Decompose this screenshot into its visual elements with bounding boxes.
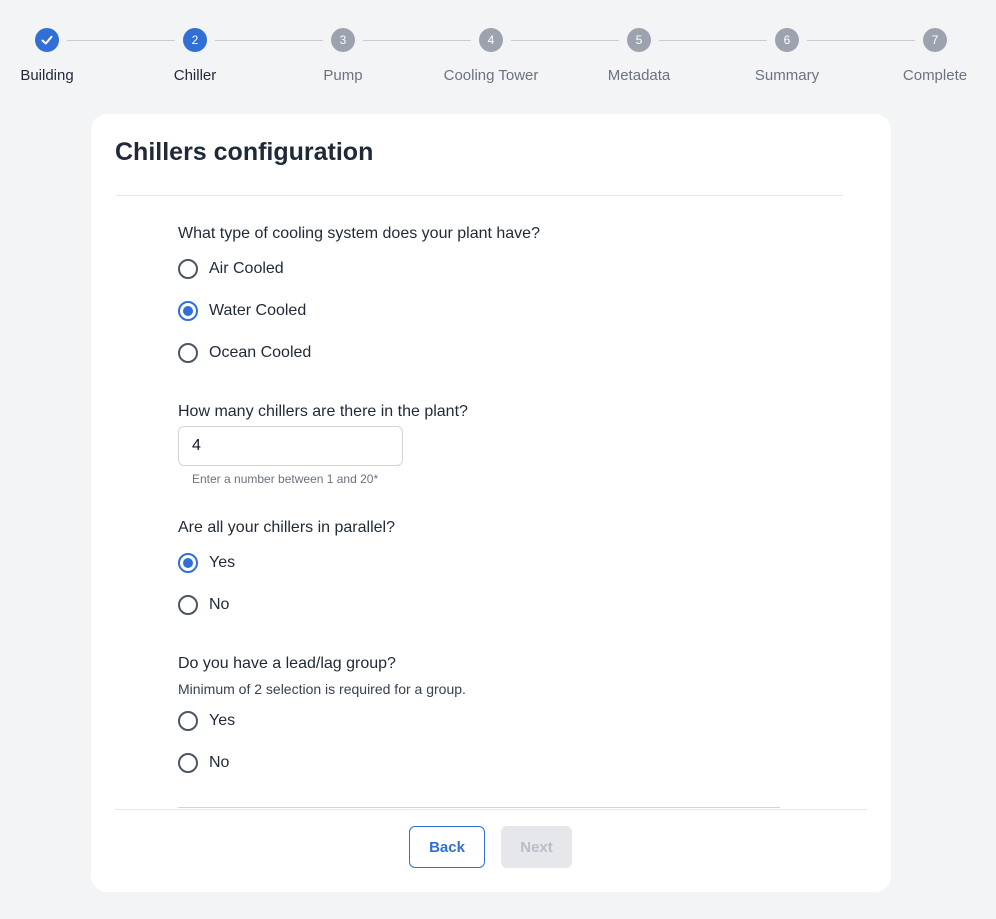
parallel-question: Are all your chillers in parallel? xyxy=(178,519,395,536)
chillers-config-card: Chillers configuration What type of cool… xyxy=(91,114,891,892)
step-label: Cooling Tower xyxy=(443,67,539,84)
step-number: 7 xyxy=(923,28,947,52)
back-button[interactable]: Back xyxy=(409,826,485,868)
step-circle xyxy=(35,28,59,52)
next-button[interactable]: Next xyxy=(501,826,572,868)
radio-lead-lag-yes[interactable]: Yes xyxy=(178,709,235,733)
step-label: Summary xyxy=(754,67,820,84)
radio-label: Yes xyxy=(209,712,236,729)
radio-label: Water Cooled xyxy=(209,302,307,319)
step-label: Chiller xyxy=(173,67,217,84)
step-number: 3 xyxy=(331,28,355,52)
chiller-count-helper: Enter a number between 1 and 20* xyxy=(192,472,379,486)
radio-label: Ocean Cooled xyxy=(209,344,312,361)
chiller-count-question: How many chillers are there in the plant… xyxy=(178,403,468,420)
step-complete: 7 Complete xyxy=(875,28,995,84)
radio-circle[interactable] xyxy=(178,711,198,731)
step-summary: 6 Summary xyxy=(727,28,847,84)
lead-lag-subtext: Minimum of 2 selection is required for a… xyxy=(178,681,466,697)
radio-circle-selected[interactable] xyxy=(178,553,198,573)
radio-water-cooled[interactable]: Water Cooled xyxy=(178,299,306,323)
page-title: Chillers configuration xyxy=(115,138,374,166)
radio-parallel-yes[interactable]: Yes xyxy=(178,551,235,575)
step-pump: 3 Pump xyxy=(283,28,403,84)
step-label: Complete xyxy=(902,67,968,84)
footer-divider xyxy=(115,809,867,810)
radio-circle[interactable] xyxy=(178,259,198,279)
progress-stepper: Building 2 Chiller 3 Pump 4 Cooling Towe… xyxy=(0,0,996,110)
chiller-count-input[interactable] xyxy=(178,426,403,466)
radio-circle[interactable] xyxy=(178,343,198,363)
step-label: Pump xyxy=(323,67,363,84)
step-metadata: 5 Metadata xyxy=(579,28,699,84)
step-number: 2 xyxy=(183,28,207,52)
step-number: 4 xyxy=(479,28,503,52)
step-label: Metadata xyxy=(607,67,671,84)
radio-ocean-cooled[interactable]: Ocean Cooled xyxy=(178,341,311,365)
lead-lag-question: Do you have a lead/lag group? xyxy=(178,655,396,672)
step-building: Building xyxy=(0,28,107,84)
radio-lead-lag-no[interactable]: No xyxy=(178,751,229,775)
check-icon xyxy=(41,35,53,45)
step-number: 6 xyxy=(775,28,799,52)
radio-label: Yes xyxy=(209,554,236,571)
cooling-system-question: What type of cooling system does your pl… xyxy=(178,225,540,242)
title-divider xyxy=(115,195,843,196)
step-label: Building xyxy=(20,67,74,84)
step-cooling-tower: 4 Cooling Tower xyxy=(431,28,551,84)
radio-label: No xyxy=(209,754,230,771)
step-number: 5 xyxy=(627,28,651,52)
radio-label: No xyxy=(209,596,230,613)
radio-circle[interactable] xyxy=(178,595,198,615)
radio-parallel-no[interactable]: No xyxy=(178,593,229,617)
radio-circle[interactable] xyxy=(178,753,198,773)
radio-label: Air Cooled xyxy=(209,260,284,277)
scroll-area-edge xyxy=(178,807,780,808)
step-chiller: 2 Chiller xyxy=(135,28,255,84)
radio-air-cooled[interactable]: Air Cooled xyxy=(178,257,284,281)
radio-circle-selected[interactable] xyxy=(178,301,198,321)
